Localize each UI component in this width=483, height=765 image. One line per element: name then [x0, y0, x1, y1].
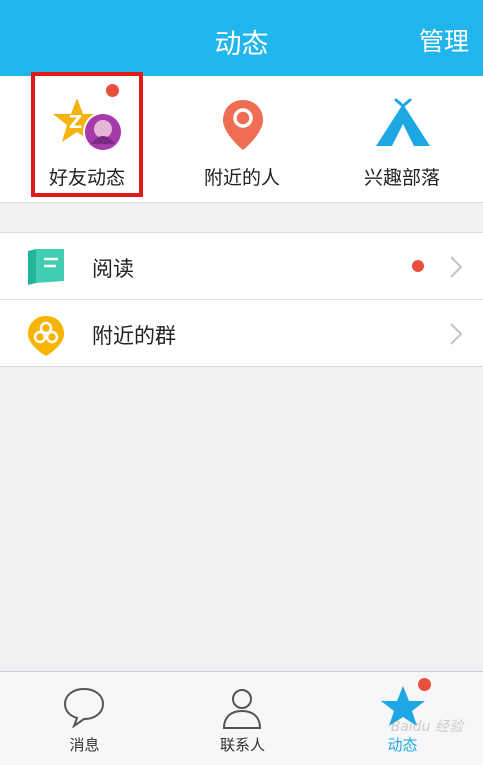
quick-item-label: 兴趣部落: [363, 167, 440, 189]
chevron-right-icon: [450, 256, 463, 278]
quick-item-nearby-people[interactable]: 附近的人: [186, 76, 298, 202]
chat-bubble-icon: [63, 687, 105, 728]
watermark: Baidu 经验: [390, 719, 463, 735]
book-icon: [28, 249, 64, 285]
feature-list: 阅读 附近的群: [0, 232, 483, 367]
tab-label: 联系人: [219, 736, 265, 754]
list-item-label: 阅读: [92, 257, 134, 281]
location-pin-icon: [223, 100, 263, 150]
tab-label: 动态: [387, 736, 418, 754]
list-item-reading[interactable]: 阅读: [0, 233, 483, 299]
chevron-right-icon: [450, 323, 463, 345]
list-item-nearby-groups[interactable]: 附近的群: [0, 299, 483, 366]
highlight-box: [31, 72, 143, 197]
group-pin-icon: [28, 316, 64, 356]
quick-item-label: 附近的人: [203, 167, 280, 189]
tab-label: 消息: [69, 736, 100, 754]
top-bar: 动态 管理: [0, 0, 483, 76]
list-item-label: 附近的群: [92, 324, 176, 348]
tab-contacts[interactable]: 联系人: [162, 672, 323, 765]
notification-dot: [412, 260, 424, 272]
tab-messages[interactable]: 消息: [4, 672, 165, 765]
notification-dot: [418, 678, 431, 691]
person-icon: [222, 689, 262, 729]
manage-button[interactable]: 管理: [419, 22, 469, 58]
page-title: 动态: [214, 29, 269, 60]
quick-item-interest-tribe[interactable]: 兴趣部落: [346, 76, 458, 202]
tent-icon: [376, 98, 430, 146]
